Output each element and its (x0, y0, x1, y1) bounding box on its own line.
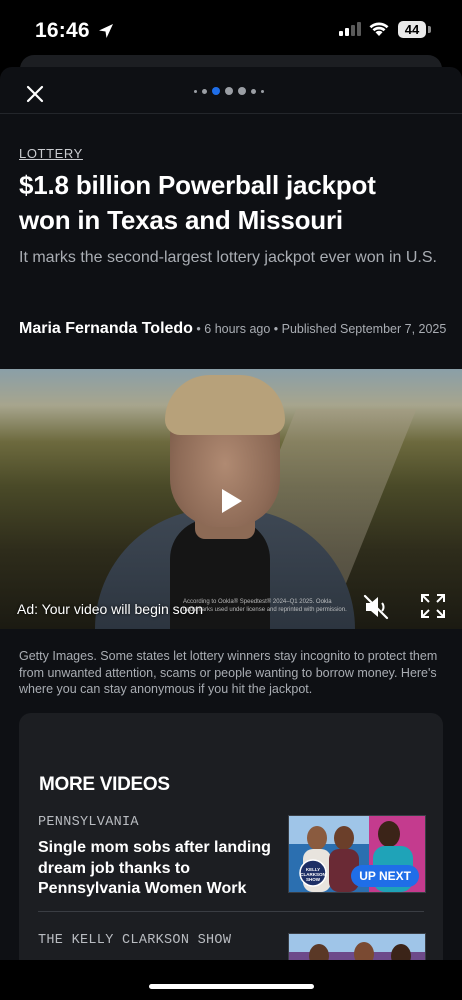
battery-tip (428, 26, 431, 33)
svg-text:SHOW: SHOW (306, 877, 321, 882)
article-headline: $1.8 billion Powerball jackpot won in Te… (19, 170, 376, 235)
page-dot[interactable] (194, 89, 197, 93)
wifi-icon (369, 22, 389, 36)
cellular-signal-icon (339, 22, 361, 36)
video-title: Single mom sobs after landing dream job … (38, 839, 271, 897)
article-category-link[interactable]: LOTTERY (19, 146, 83, 161)
video-thumbnail[interactable]: KELLY CLARKSON SHOW UP NEXT (288, 815, 426, 893)
page-dot[interactable] (238, 87, 246, 95)
location-arrow-icon (99, 24, 113, 38)
list-divider (38, 911, 424, 912)
mute-icon[interactable] (361, 592, 391, 622)
page-indicator (194, 87, 274, 95)
status-bar: 16:46 44 (0, 0, 462, 58)
fullscreen-icon[interactable] (420, 593, 446, 619)
ad-notice: Ad: Your video will begin soon (17, 601, 204, 617)
article-sheet: LOTTERY $1.8 billion Powerball jackpot w… (0, 67, 462, 960)
video-list-item[interactable]: THE KELLY CLARKSON SHOW (38, 933, 426, 960)
page-dot[interactable] (202, 88, 207, 94)
video-scene-hair (165, 375, 285, 435)
battery-icon: 44 (398, 21, 426, 38)
more-videos-title: MORE VIDEOS (39, 774, 170, 795)
video-player[interactable]: Ad: Your video will begin soon According… (0, 369, 462, 629)
thumbnail-image (289, 934, 425, 960)
video-list-item[interactable]: PENNSYLVANIA Single mom sobs after landi… (38, 815, 426, 900)
author-name[interactable]: Maria Fernanda Toledo (19, 320, 193, 337)
close-icon[interactable] (20, 79, 50, 109)
video-thumbnail[interactable] (288, 933, 426, 960)
byline: Maria Fernanda Toledo • 6 hours ago • Pu… (19, 320, 449, 338)
page-dot[interactable] (251, 88, 256, 94)
page-dot[interactable] (261, 89, 264, 93)
play-icon[interactable] (220, 487, 244, 515)
article-meta: • 6 hours ago • Published September 7, 2… (192, 322, 447, 336)
up-next-badge: UP NEXT (351, 865, 419, 887)
header-divider (0, 113, 462, 114)
status-time: 16:46 (35, 19, 90, 42)
home-indicator[interactable] (149, 984, 314, 989)
ad-fine-print: According to Ookla® Speedtest® 2024–Q1 2… (183, 599, 347, 613)
battery-level: 44 (404, 22, 420, 37)
more-videos-card: MORE VIDEOS PENNSYLVANIA Single mom sobs… (19, 713, 443, 960)
page-dot[interactable] (225, 87, 233, 95)
article-subheadline: It marks the second-largest lottery jack… (19, 249, 437, 266)
image-caption: Getty Images. Some states let lottery wi… (19, 649, 438, 696)
page-dot-active[interactable] (212, 87, 220, 95)
